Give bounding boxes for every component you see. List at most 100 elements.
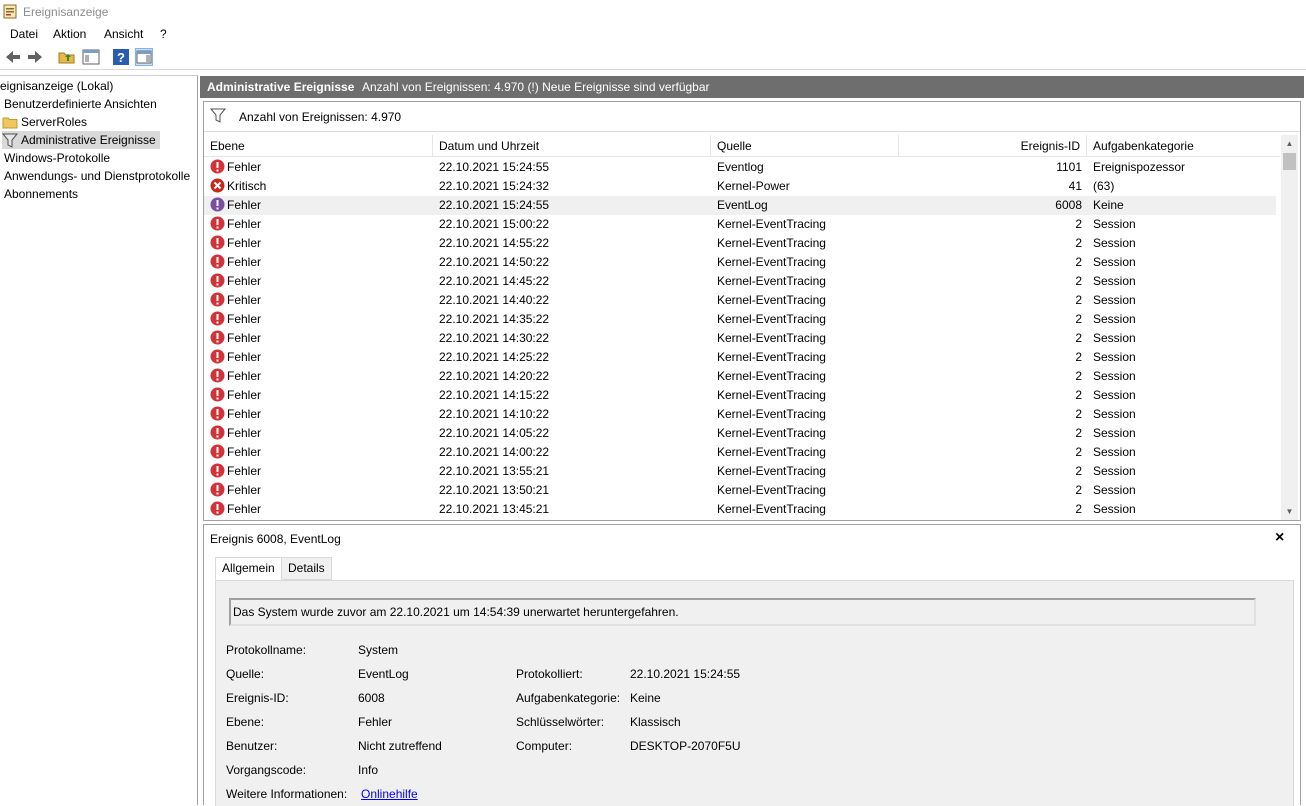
error-icon xyxy=(210,216,225,231)
forward-icon[interactable] xyxy=(26,48,44,66)
tree-node-server-roles[interactable]: ServerRoles xyxy=(2,113,87,131)
value-ereignis-id: 6008 xyxy=(358,691,385,705)
back-icon[interactable] xyxy=(4,48,22,66)
table-row[interactable]: Fehler 22.10.2021 14:00:22 Kernel-EventTra… xyxy=(204,443,1276,462)
error-icon xyxy=(210,501,225,516)
cell-ebene-text: Fehler xyxy=(227,293,262,307)
cell-datum: 22.10.2021 15:00:22 xyxy=(439,217,550,231)
event-list-scrollbar[interactable]: ▲ ▼ xyxy=(1281,135,1298,520)
error-icon xyxy=(210,387,225,402)
event-detail-pane: Ereignis 6008, EventLog × Allgemein Deta… xyxy=(203,524,1301,806)
cell-quelle: Kernel-EventTracing xyxy=(717,388,826,402)
label-schluesselwoerter: Schlüsselwörter: xyxy=(516,715,605,729)
cell-ebene-text: Fehler xyxy=(227,236,262,250)
value-protokollname: System xyxy=(358,643,399,657)
cell-ebene-text: Fehler xyxy=(227,217,262,231)
table-row[interactable]: Fehler 22.10.2021 14:45:22 Kernel-EventTra… xyxy=(204,272,1276,291)
cell-aufgabenkategorie: Ereignispozessor xyxy=(1093,160,1186,174)
cell-datum: 22.10.2021 14:35:22 xyxy=(439,312,550,326)
cell-quelle: Kernel-EventTracing xyxy=(717,464,826,478)
table-row[interactable]: Fehler 22.10.2021 14:25:22 Kernel-EventTra… xyxy=(204,348,1276,367)
view-info: Anzahl von Ereignissen: 4.970 (!) Neue E… xyxy=(362,80,710,94)
cell-aufgabenkategorie: Keine xyxy=(1093,198,1124,212)
table-row[interactable]: Fehler 22.10.2021 13:50:21 Kernel-EventTra… xyxy=(204,481,1276,500)
cell-quelle: Kernel-EventTracing xyxy=(717,407,826,421)
tree-node-app-service-logs[interactable]: Anwendungs- und Dienstprotokolle xyxy=(4,167,190,185)
cell-ebene-text: Kritisch xyxy=(227,179,267,193)
filter-icon xyxy=(210,108,226,123)
event-viewer-app-icon xyxy=(3,4,17,19)
event-description[interactable]: Das System wurde zuvor am 22.10.2021 um … xyxy=(229,598,1256,626)
help-icon[interactable]: ? xyxy=(112,48,130,66)
cell-ebene: Kritisch xyxy=(210,177,266,196)
action-pane-toggle[interactable] xyxy=(135,48,153,66)
table-row[interactable]: Fehler 22.10.2021 13:45:21 Kernel-EventTra… xyxy=(204,500,1276,519)
tree-node-windows-logs[interactable]: Windows-Protokolle xyxy=(4,149,110,167)
cell-ebene-text: Fehler xyxy=(227,331,262,345)
online-help-link[interactable]: Onlinehilfe xyxy=(361,787,418,801)
table-row[interactable]: Fehler 22.10.2021 13:55:21 Kernel-EventTra… xyxy=(204,462,1276,481)
tree-node-root[interactable]: eignisanzeige (Lokal) xyxy=(0,77,113,95)
cell-ebene-text: Fehler xyxy=(227,312,262,326)
scroll-up-icon[interactable]: ▲ xyxy=(1281,135,1298,152)
cell-ereignis-id: 41 xyxy=(1068,179,1082,193)
value-protokolliert: 22.10.2021 15:24:55 xyxy=(630,667,741,681)
column-header-datum[interactable]: Datum und Uhrzeit xyxy=(433,135,711,157)
table-row[interactable]: Fehler 22.10.2021 14:55:22 Kernel-EventTra… xyxy=(204,234,1276,253)
error-icon xyxy=(210,159,225,174)
close-icon[interactable]: × xyxy=(1275,529,1284,547)
tree-node-custom-views-label: Benutzerdefinierte Ansichten xyxy=(4,97,157,111)
action-pane-icon xyxy=(136,50,152,64)
cell-aufgabenkategorie: Session xyxy=(1093,350,1136,364)
column-header-ebene[interactable]: Ebene xyxy=(204,135,433,157)
cell-aufgabenkategorie: (63) xyxy=(1093,179,1115,193)
scroll-down-icon[interactable]: ▼ xyxy=(1281,503,1298,520)
tree-node-admin-events[interactable]: Administrative Ereignisse xyxy=(2,131,160,149)
cell-ebene: Fehler xyxy=(210,215,261,234)
column-header-ereignis-id[interactable]: Ereignis-ID xyxy=(899,135,1087,157)
table-row[interactable]: Fehler 22.10.2021 14:30:22 Kernel-EventTra… xyxy=(204,329,1276,348)
table-row[interactable]: Fehler 22.10.2021 14:40:22 Kernel-EventTra… xyxy=(204,291,1276,310)
table-row[interactable]: Fehler 22.10.2021 14:20:22 Kernel-EventTra… xyxy=(204,367,1276,386)
value-schluesselwoerter: Klassisch xyxy=(630,715,681,729)
tab-allgemein[interactable]: Allgemein xyxy=(215,557,282,580)
error-icon xyxy=(210,444,225,459)
show-hide-tree-icon[interactable] xyxy=(82,48,100,66)
column-header-aufgabenkategorie[interactable]: Aufgabenkategorie xyxy=(1087,135,1280,157)
table-row[interactable]: Fehler 22.10.2021 15:24:55 EventLog 6008 Kei… xyxy=(204,196,1276,215)
cell-quelle: Kernel-EventTracing xyxy=(717,236,826,250)
event-rows: Fehler 22.10.2021 15:24:55 Eventlog 1101 Ere… xyxy=(204,158,1280,520)
menu-aktion[interactable]: Aktion xyxy=(53,27,86,41)
error-icon xyxy=(210,197,225,212)
menu-datei[interactable]: Datei xyxy=(10,27,38,41)
cell-quelle: Kernel-EventTracing xyxy=(717,483,826,497)
menu-bar: Datei Aktion Ansicht ? xyxy=(0,24,1306,44)
table-row[interactable]: Kritisch 22.10.2021 15:24:32 Kernel-Power 4… xyxy=(204,177,1276,196)
cell-ebene: Fehler xyxy=(210,405,261,424)
tab-details[interactable]: Details xyxy=(281,557,332,580)
table-row[interactable]: Fehler 22.10.2021 15:24:55 Eventlog 1101 Ere… xyxy=(204,158,1276,177)
cell-datum: 22.10.2021 14:45:22 xyxy=(439,274,550,288)
error-icon xyxy=(210,482,225,497)
scroll-thumb[interactable] xyxy=(1283,153,1296,170)
table-row[interactable]: Fehler 22.10.2021 14:50:22 Kernel-EventTra… xyxy=(204,253,1276,272)
menu-help[interactable]: ? xyxy=(160,27,167,41)
cell-ebene: Fehler xyxy=(210,443,261,462)
table-row[interactable]: Fehler 22.10.2021 14:35:22 Kernel-EventTra… xyxy=(204,310,1276,329)
table-row[interactable]: Fehler 22.10.2021 14:15:22 Kernel-EventTra… xyxy=(204,386,1276,405)
column-header-quelle[interactable]: Quelle xyxy=(711,135,899,157)
table-row[interactable]: Fehler 22.10.2021 15:00:22 Kernel-EventTra… xyxy=(204,215,1276,234)
error-icon xyxy=(210,235,225,250)
table-row[interactable]: Fehler 22.10.2021 14:10:22 Kernel-EventTra… xyxy=(204,405,1276,424)
tree-node-root-label: eignisanzeige (Lokal) xyxy=(0,79,114,93)
menu-ansicht[interactable]: Ansicht xyxy=(104,27,143,41)
cell-ebene: Fehler xyxy=(210,386,261,405)
folder-up-icon[interactable] xyxy=(58,48,76,66)
cell-ereignis-id: 2 xyxy=(1075,274,1082,288)
tree-node-custom-views[interactable]: Benutzerdefinierte Ansichten xyxy=(4,95,157,113)
cell-datum: 22.10.2021 15:24:55 xyxy=(439,160,550,174)
cell-quelle: Kernel-EventTracing xyxy=(717,217,826,231)
value-computer: DESKTOP-2070F5U xyxy=(630,739,741,753)
tree-node-subscriptions[interactable]: Abonnements xyxy=(4,185,78,203)
table-row[interactable]: Fehler 22.10.2021 14:05:22 Kernel-EventTra… xyxy=(204,424,1276,443)
